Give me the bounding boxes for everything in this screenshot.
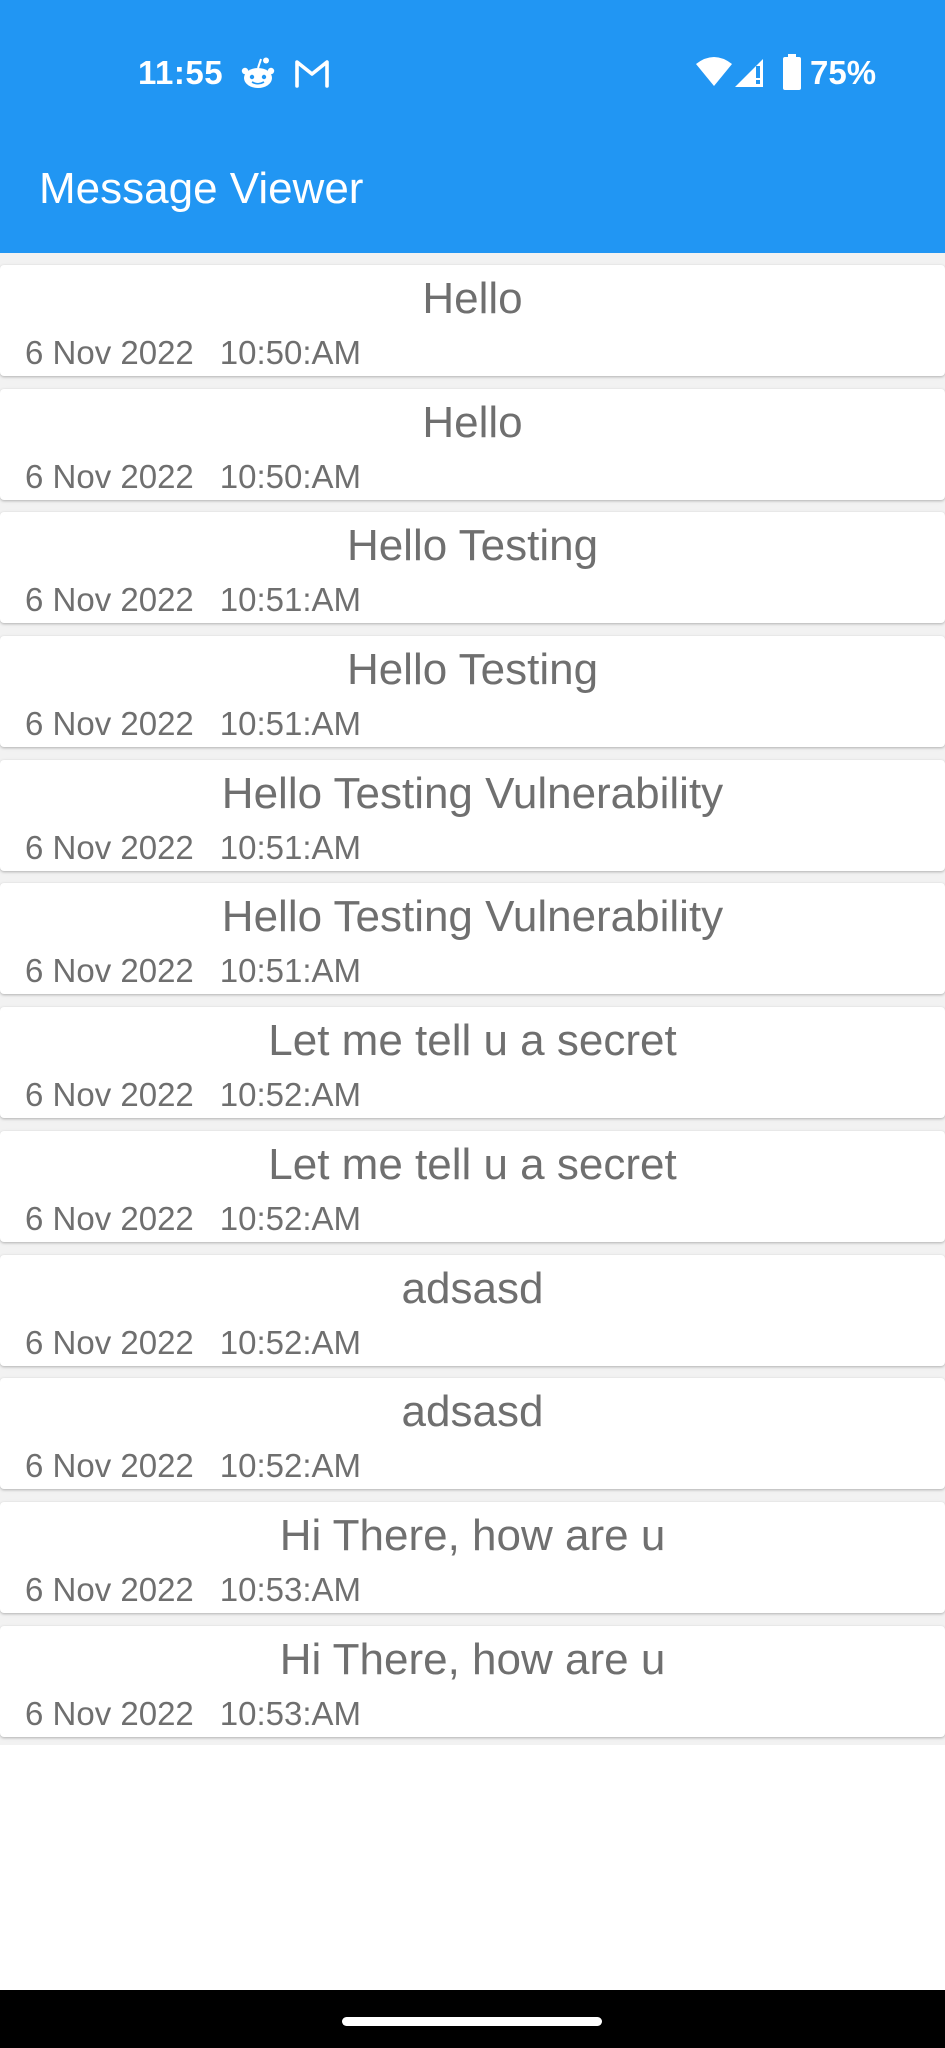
message-card[interactable]: Hello Testing Vulnerability 6 Nov 2022 10…	[0, 883, 945, 995]
cell-signal-icon	[735, 59, 763, 87]
message-meta: 6 Nov 2022 10:50:AM	[25, 334, 361, 372]
message-time: 10:52:AM	[219, 1076, 362, 1114]
empty-area	[0, 1745, 945, 1990]
gmail-icon	[295, 60, 329, 88]
status-time: 11:55	[138, 54, 224, 91]
message-card[interactable]: Let me tell u a secret 6 Nov 2022 10:52:A…	[0, 1130, 945, 1242]
message-meta: 6 Nov 2022 10:51:AM	[25, 705, 361, 743]
message-card[interactable]: Hello Testing Vulnerability 6 Nov 2022 10…	[0, 759, 945, 871]
message-card[interactable]: adsasd 6 Nov 2022 10:52:AM	[0, 1378, 945, 1490]
message-card[interactable]: Hello 6 Nov 2022 10:50:AM	[0, 265, 945, 376]
message-text: Hello Testing	[346, 645, 599, 695]
message-time: 10:52:AM	[219, 1199, 362, 1237]
navigation-bar	[0, 1990, 945, 2048]
message-date: 6 Nov 2022	[25, 457, 194, 495]
message-date: 6 Nov 2022	[25, 1694, 194, 1732]
message-text: Hello Testing	[346, 521, 599, 571]
message-text: Let me tell u a secret	[268, 1139, 677, 1189]
message-time: 10:50:AM	[219, 457, 362, 495]
message-time: 10:53:AM	[219, 1570, 362, 1608]
message-text: adsasd	[401, 1387, 544, 1437]
wifi-icon	[696, 57, 732, 86]
message-meta: 6 Nov 2022 10:51:AM	[25, 952, 361, 990]
reddit-icon	[241, 57, 275, 88]
message-meta: 6 Nov 2022 10:51:AM	[25, 581, 361, 619]
app-title: Message Viewer	[39, 164, 364, 213]
message-card[interactable]: adsasd 6 Nov 2022 10:52:AM	[0, 1254, 945, 1366]
message-card[interactable]: Hi There, how are u 6 Nov 2022 10:53:AM	[0, 1625, 945, 1737]
message-meta: 6 Nov 2022 10:50:AM	[25, 458, 361, 496]
message-time: 10:52:AM	[219, 1323, 362, 1361]
message-meta: 6 Nov 2022 10:52:AM	[25, 1200, 361, 1238]
message-meta: 6 Nov 2022 10:52:AM	[25, 1324, 361, 1362]
message-text: Hello Testing Vulnerability	[221, 768, 724, 818]
message-time: 10:52:AM	[219, 1447, 362, 1485]
message-date: 6 Nov 2022	[25, 1199, 194, 1237]
message-date: 6 Nov 2022	[25, 952, 194, 990]
message-text: Hello	[422, 274, 523, 323]
message-text: Hello Testing Vulnerability	[221, 892, 724, 942]
app-bar: 11:55 75% Message Viewer	[0, 0, 945, 253]
battery-percent: 75%	[810, 54, 877, 91]
message-date: 6 Nov 2022	[25, 1323, 194, 1361]
message-card[interactable]: Hello Testing 6 Nov 2022 10:51:AM	[0, 636, 945, 748]
message-card[interactable]: Let me tell u a secret 6 Nov 2022 10:52:A…	[0, 1007, 945, 1119]
message-meta: 6 Nov 2022 10:52:AM	[25, 1447, 361, 1485]
message-meta: 6 Nov 2022 10:53:AM	[25, 1695, 361, 1733]
message-date: 6 Nov 2022	[25, 1570, 194, 1608]
message-date: 6 Nov 2022	[25, 581, 194, 619]
message-date: 6 Nov 2022	[25, 1076, 194, 1114]
message-date: 6 Nov 2022	[25, 334, 194, 371]
message-list[interactable]: Hello 6 Nov 2022 10:50:AM Hello 6 Nov 202…	[0, 253, 945, 1750]
message-text: Let me tell u a secret	[268, 1016, 677, 1066]
message-date: 6 Nov 2022	[25, 1447, 194, 1485]
message-time: 10:51:AM	[219, 581, 362, 619]
message-time: 10:51:AM	[219, 952, 362, 990]
message-time: 10:50:AM	[219, 334, 362, 371]
message-meta: 6 Nov 2022 10:53:AM	[25, 1571, 361, 1609]
home-gesture-handle[interactable]	[342, 2017, 602, 2026]
message-card[interactable]: Hello Testing 6 Nov 2022 10:51:AM	[0, 512, 945, 624]
message-time: 10:51:AM	[219, 705, 362, 743]
message-meta: 6 Nov 2022 10:51:AM	[25, 829, 361, 867]
message-card[interactable]: Hello 6 Nov 2022 10:50:AM	[0, 388, 945, 500]
message-text: Hi There, how are u	[279, 1510, 666, 1560]
message-text: adsasd	[401, 1263, 544, 1313]
message-meta: 6 Nov 2022 10:52:AM	[25, 1076, 361, 1114]
message-card[interactable]: Hi There, how are u 6 Nov 2022 10:53:AM	[0, 1501, 945, 1613]
message-text: Hi There, how are u	[279, 1634, 666, 1684]
battery-icon	[783, 54, 801, 90]
message-time: 10:53:AM	[219, 1694, 362, 1732]
message-date: 6 Nov 2022	[25, 705, 194, 743]
message-text: Hello	[422, 397, 523, 447]
message-date: 6 Nov 2022	[25, 828, 194, 866]
message-time: 10:51:AM	[219, 828, 362, 866]
